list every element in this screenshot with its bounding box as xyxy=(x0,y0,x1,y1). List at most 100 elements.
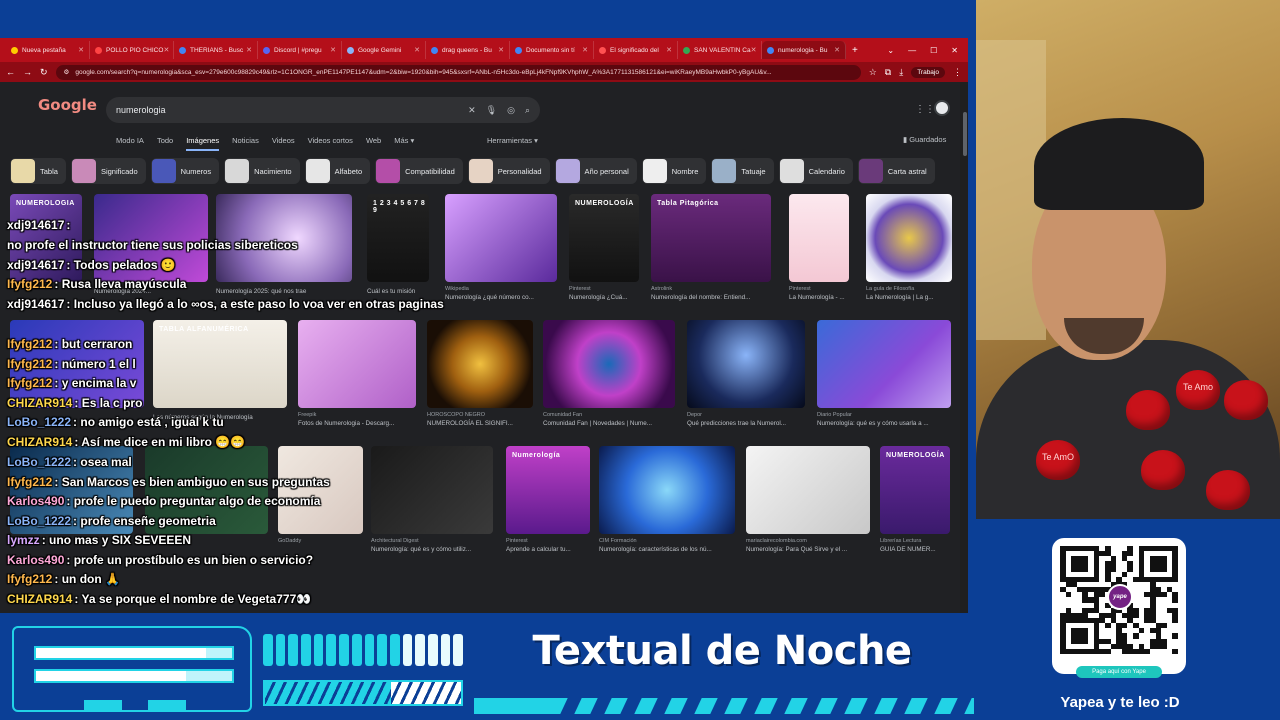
back-icon[interactable]: ← xyxy=(6,67,15,77)
saved-button[interactable]: ▮ Guardados xyxy=(903,135,946,144)
bookmark-star-icon[interactable]: ☆ xyxy=(869,67,877,78)
tab-close-icon[interactable]: ✕ xyxy=(330,46,336,54)
page-scrollbar[interactable] xyxy=(962,82,968,613)
image-result-caption[interactable]: Pinterest Numerología ¿Cuá... xyxy=(569,286,639,301)
image-result-thumbnail[interactable] xyxy=(371,446,493,534)
nav-tab[interactable]: Más ▾ xyxy=(394,136,414,151)
refinement-chip[interactable]: Carta astral xyxy=(857,158,935,184)
browser-tab[interactable]: THERIANS - Busc ✕ xyxy=(174,41,258,59)
nav-tab[interactable]: Videos cortos xyxy=(308,136,353,151)
image-result-thumbnail[interactable]: NUMEROLOGÍA xyxy=(569,194,639,282)
image-result-thumbnail[interactable] xyxy=(278,446,363,534)
image-result-thumbnail[interactable] xyxy=(445,194,557,282)
refinement-chip[interactable]: Alfabeto xyxy=(304,158,371,184)
nav-tab[interactable]: Todo xyxy=(157,136,173,151)
image-result-thumbnail[interactable]: NUMEROLOGÍA xyxy=(880,446,950,534)
image-result-thumbnail[interactable] xyxy=(789,194,849,282)
refinement-chip[interactable]: Año personal xyxy=(554,158,637,184)
search-box[interactable]: numerologia ✕ 🎙 ◎ ⌕ xyxy=(106,97,540,123)
refinement-chip[interactable]: Significado xyxy=(70,158,146,184)
reload-icon[interactable]: ↻ xyxy=(40,67,48,78)
image-result-caption[interactable]: Architectural Digest Numerología: qué es … xyxy=(371,538,493,553)
lens-icon[interactable]: ◎ xyxy=(507,105,515,116)
browser-tab[interactable]: numerologia - Bu ✕ xyxy=(762,41,846,59)
image-result-thumbnail[interactable]: Tabla Pitagórica xyxy=(651,194,771,282)
forward-icon[interactable]: → xyxy=(23,67,32,77)
image-result-caption[interactable]: Comunidad Fan Comunidad Fan | Novedades |… xyxy=(543,412,675,427)
image-result-caption[interactable]: Wikipedia Numerología ¿qué número co... xyxy=(445,286,557,301)
menu-icon[interactable]: ⋮ xyxy=(953,67,962,78)
extensions-icon[interactable]: ⧉ xyxy=(885,67,891,78)
nav-tab[interactable]: Web xyxy=(366,136,381,151)
refinement-chip[interactable]: Nacimiento xyxy=(224,158,300,184)
url-field[interactable]: ⚙ google.com/search?q=numerologia&sca_es… xyxy=(55,64,861,80)
tab-close-icon[interactable]: ✕ xyxy=(246,46,252,54)
image-result-thumbnail[interactable]: Numerología xyxy=(506,446,590,534)
image-result-caption[interactable]: Pinterest Aprende a calcular tu... xyxy=(506,538,590,553)
maximize-icon[interactable]: ☐ xyxy=(930,46,937,55)
browser-tab[interactable]: Nueva pestaña ✕ xyxy=(6,41,90,59)
browser-tab[interactable]: Discord | #pregu ✕ xyxy=(258,41,342,59)
tab-close-icon[interactable]: ✕ xyxy=(582,46,588,54)
tab-close-icon[interactable]: ✕ xyxy=(666,46,672,54)
downloads-icon[interactable]: ⤓ xyxy=(899,67,903,78)
image-result-caption[interactable]: CIM Formación Numerología: característica… xyxy=(599,538,735,553)
image-result-thumbnail[interactable] xyxy=(866,194,952,282)
clear-icon[interactable]: ✕ xyxy=(468,105,476,116)
scrollbar-thumb[interactable] xyxy=(963,112,967,156)
tab-close-icon[interactable]: ✕ xyxy=(498,46,504,54)
site-info-icon[interactable]: ⚙ xyxy=(64,68,70,76)
image-result-thumbnail[interactable] xyxy=(599,446,735,534)
browser-tab[interactable]: Documento sin tí ✕ xyxy=(510,41,594,59)
refinement-chip[interactable]: Numeros xyxy=(150,158,220,184)
refinement-chip[interactable]: Nombre xyxy=(641,158,707,184)
tab-close-icon[interactable]: ✕ xyxy=(414,46,420,54)
tab-close-icon[interactable]: ✕ xyxy=(834,46,840,54)
image-result-thumbnail[interactable] xyxy=(427,320,533,408)
image-result-caption[interactable] xyxy=(10,412,144,414)
profile-chip[interactable]: Trabajo xyxy=(911,66,945,78)
close-icon[interactable]: ✕ xyxy=(951,46,958,55)
image-result-thumbnail[interactable] xyxy=(298,320,416,408)
nav-tab[interactable]: Imágenes xyxy=(186,136,220,151)
search-icon[interactable]: ⌕ xyxy=(525,105,530,116)
image-result-caption[interactable]: mariaclairecolombia.com Numerología: Para… xyxy=(746,538,870,553)
avatar[interactable] xyxy=(934,100,950,116)
refinement-chip[interactable]: Tatuaje xyxy=(711,158,774,184)
nav-tab[interactable]: Noticias xyxy=(232,136,259,151)
image-result-thumbnail[interactable]: TABLA ALFANUMÉRICA xyxy=(153,320,287,408)
image-result-caption[interactable]: Diario Popular Numerología: qué es y cómo… xyxy=(817,412,951,427)
refinement-chip[interactable]: Tabla xyxy=(10,158,66,184)
browser-tab[interactable]: SAN VALENTIN Ca ✕ xyxy=(678,41,762,59)
image-result-caption[interactable]: HORÓSCOPO NEGRO NUMEROLOGÍA EL SIGNIFI... xyxy=(427,412,533,427)
image-result-caption[interactable]: Depor Qué predicciones trae la Numerol... xyxy=(687,412,805,427)
image-result-thumbnail[interactable] xyxy=(817,320,951,408)
image-result-thumbnail[interactable] xyxy=(746,446,870,534)
image-result-caption[interactable]: Astrolink Numerología del nombre: Entiend… xyxy=(651,286,771,301)
refinement-chip[interactable]: Compatibilidad xyxy=(375,158,463,184)
tab-close-icon[interactable]: ✕ xyxy=(751,46,757,54)
image-result-caption[interactable]: Librerías Lectura GUIA DE NUMER... xyxy=(880,538,950,553)
refinement-chip[interactable]: Personalidad xyxy=(467,158,550,184)
image-result-caption[interactable]: Cuál es tu misión xyxy=(367,286,429,295)
tools-button[interactable]: Herramientas ▾ xyxy=(487,136,538,145)
new-tab-button[interactable]: + xyxy=(852,45,858,56)
image-result-caption[interactable]: Pinterest La Numerología - ... xyxy=(789,286,849,301)
tab-close-icon[interactable]: ✕ xyxy=(78,46,84,54)
browser-tab[interactable]: El significado del ✕ xyxy=(594,41,678,59)
microphone-icon[interactable]: 🎙 xyxy=(486,105,497,116)
browser-tab[interactable]: drag queens - Bu ✕ xyxy=(426,41,510,59)
browser-tab[interactable]: POLLO PIO CHICO ✕ xyxy=(90,41,174,59)
image-result-thumbnail[interactable] xyxy=(687,320,805,408)
browser-tab[interactable]: Google Gemini ✕ xyxy=(342,41,426,59)
search-input[interactable]: numerologia xyxy=(116,105,458,115)
nav-tab[interactable]: Modo IA xyxy=(116,136,144,151)
chevron-down-icon[interactable]: ⌄ xyxy=(887,46,894,55)
image-result-caption[interactable]: Numerología 2025: qué nos trae xyxy=(216,286,352,295)
minimize-icon[interactable]: — xyxy=(908,46,916,55)
google-doodle-logo[interactable]: Google xyxy=(38,96,97,114)
image-result-caption[interactable]: Freepik Fotos de Numerologia - Descarg... xyxy=(298,412,416,427)
tab-close-icon[interactable]: ✕ xyxy=(163,46,169,54)
image-result-caption[interactable]: GoDaddy xyxy=(278,538,363,546)
image-result-thumbnail[interactable] xyxy=(543,320,675,408)
